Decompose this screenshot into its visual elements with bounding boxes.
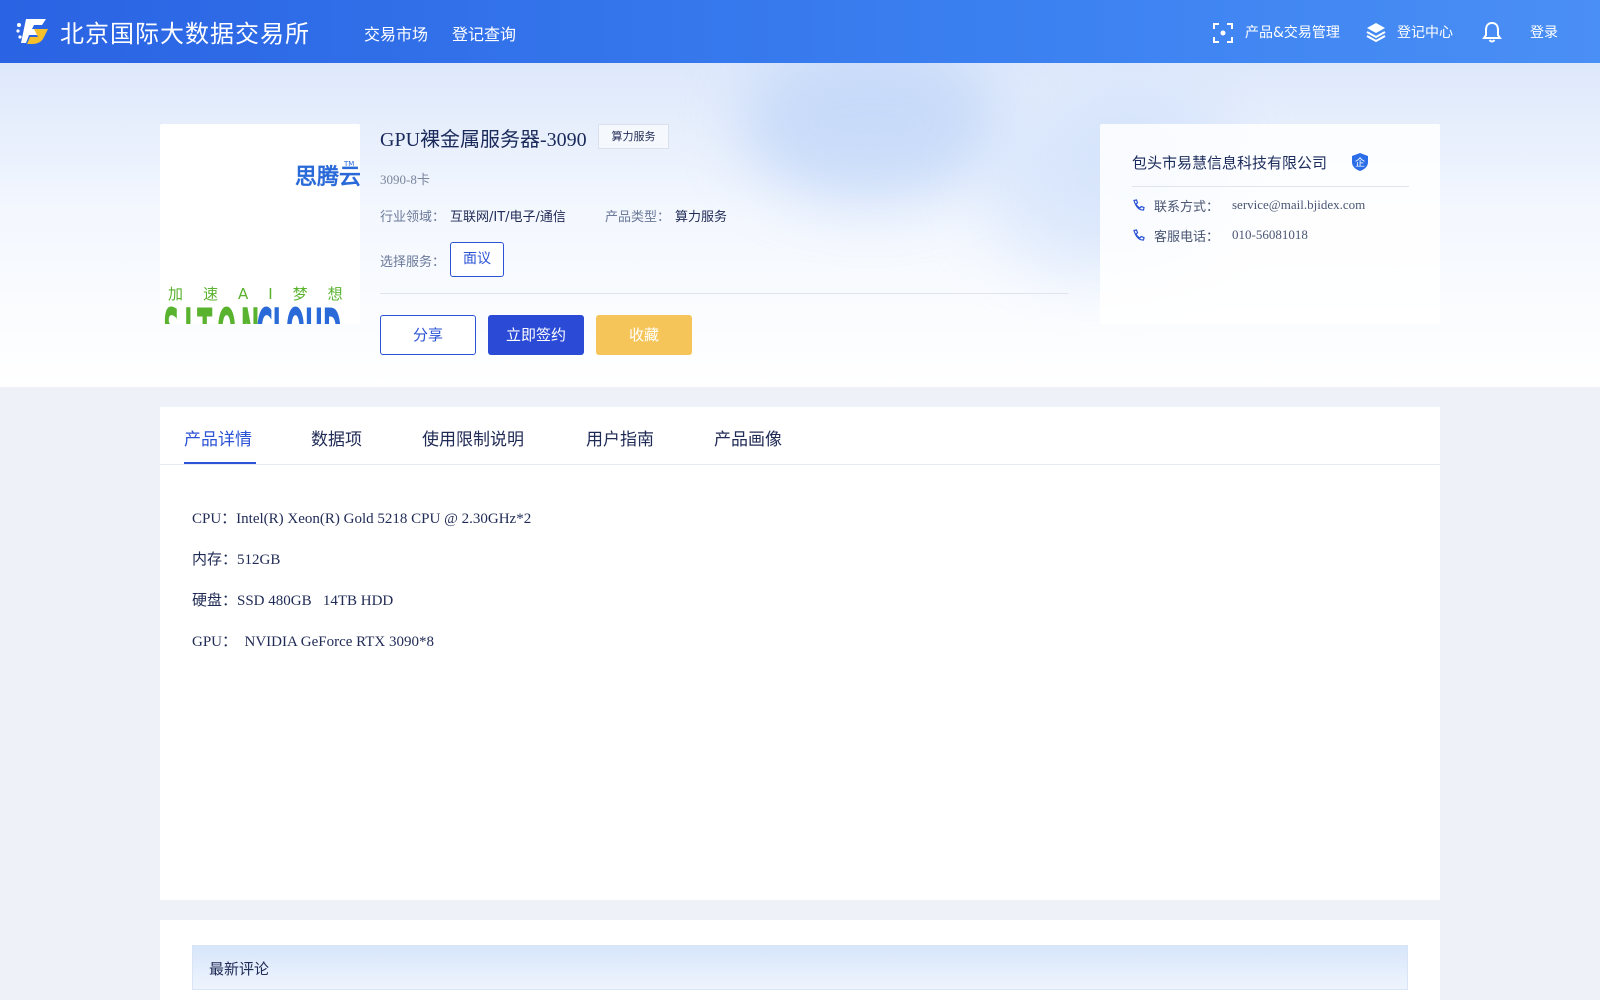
- spec-disk: 硬盘：SSD 480GB 14TB HDD: [192, 593, 394, 609]
- tab-user-guide[interactable]: 用户指南: [586, 425, 654, 450]
- phone-icon: [1133, 199, 1145, 211]
- phone-icon: [1133, 229, 1145, 241]
- tab-bar: 产品详情 数据项 使用限制说明 用户指南 产品画像: [160, 407, 1440, 465]
- industry-label: 行业领域：: [380, 210, 446, 225]
- nav-product-trade-mgmt[interactable]: 产品&交易管理: [1245, 22, 1340, 42]
- nav-registry-center[interactable]: 登记中心: [1397, 22, 1453, 42]
- phone-label: 客服电话：: [1154, 230, 1220, 245]
- sign-now-button[interactable]: 立即签约: [488, 315, 584, 355]
- service-option-negotiable[interactable]: 面议: [450, 242, 504, 277]
- scan-icon[interactable]: [1212, 22, 1234, 44]
- favorite-button[interactable]: 收藏: [596, 315, 692, 355]
- phone-number[interactable]: 010-56081018: [1232, 227, 1308, 243]
- tab-product-details[interactable]: 产品详情: [184, 425, 252, 450]
- industry-value: 互联网/IT/电子/通信: [450, 210, 566, 225]
- svg-text:加速AI梦想: 加速AI梦想: [168, 285, 360, 303]
- product-subtitle: 3090-8卡: [380, 172, 430, 187]
- product-type-value: 算力服务: [675, 210, 728, 225]
- service-label: 选择服务：: [380, 255, 446, 270]
- tab-product-profile[interactable]: 产品画像: [714, 425, 782, 450]
- product-detail-panel: 产品详情 数据项 使用限制说明 用户指南 产品画像 CPU：Intel(R) X…: [160, 407, 1440, 900]
- svg-text:企: 企: [1355, 156, 1365, 169]
- seller-divider: [1132, 186, 1409, 187]
- top-navbar: 北京国际大数据交易所 交易市场 登记查询 产品&交易管理 登记中心 登录: [0, 0, 1600, 63]
- active-tab-indicator: [184, 462, 256, 464]
- comments-header: 最新评论: [192, 945, 1408, 990]
- enterprise-verified-badge-icon: 企: [1352, 153, 1368, 171]
- product-tag: 算力服务: [598, 124, 669, 149]
- contact-label: 联系方式：: [1154, 200, 1220, 215]
- seller-card: 包头市易慧信息科技有限公司 企 联系方式： service@mail.bjide…: [1100, 124, 1440, 324]
- layers-icon[interactable]: [1365, 21, 1387, 43]
- contact-email[interactable]: service@mail.bjidex.com: [1232, 197, 1365, 213]
- product-type-label: 产品类型：: [605, 210, 671, 225]
- spec-memory: 内存：512GB: [192, 552, 281, 568]
- share-button[interactable]: 分享: [380, 315, 476, 355]
- svg-text:TM: TM: [343, 160, 354, 168]
- seller-name[interactable]: 包头市易慧信息科技有限公司: [1132, 152, 1327, 173]
- nav-registry-query[interactable]: 登记查询: [452, 21, 516, 45]
- spec-cpu: CPU：Intel(R) Xeon(R) Gold 5218 CPU @ 2.3…: [192, 511, 532, 527]
- tab-data-items[interactable]: 数据项: [311, 425, 362, 450]
- comments-section: 最新评论: [160, 920, 1440, 1000]
- divider: [380, 293, 1068, 294]
- product-image: 思腾云 TM SITON CLOUD 加速AI梦想: [160, 124, 361, 369]
- nav-trade-market[interactable]: 交易市场: [364, 21, 428, 45]
- comments-title: 最新评论: [209, 960, 270, 978]
- svg-text:思腾云: 思腾云: [295, 165, 360, 190]
- sitoncloud-logo-image: 思腾云 TM SITON CLOUD 加速AI梦想: [163, 160, 361, 369]
- tab-usage-restrictions[interactable]: 使用限制说明: [422, 425, 524, 450]
- login-link[interactable]: 登录: [1530, 22, 1558, 42]
- brand-name[interactable]: 北京国际大数据交易所: [60, 14, 310, 49]
- spec-gpu: GPU： NVIDIA GeForce RTX 3090*8: [192, 634, 434, 650]
- exchange-logo-icon[interactable]: [16, 15, 52, 47]
- product-title: GPU裸金属服务器-3090: [380, 129, 587, 151]
- bell-icon[interactable]: [1481, 20, 1503, 44]
